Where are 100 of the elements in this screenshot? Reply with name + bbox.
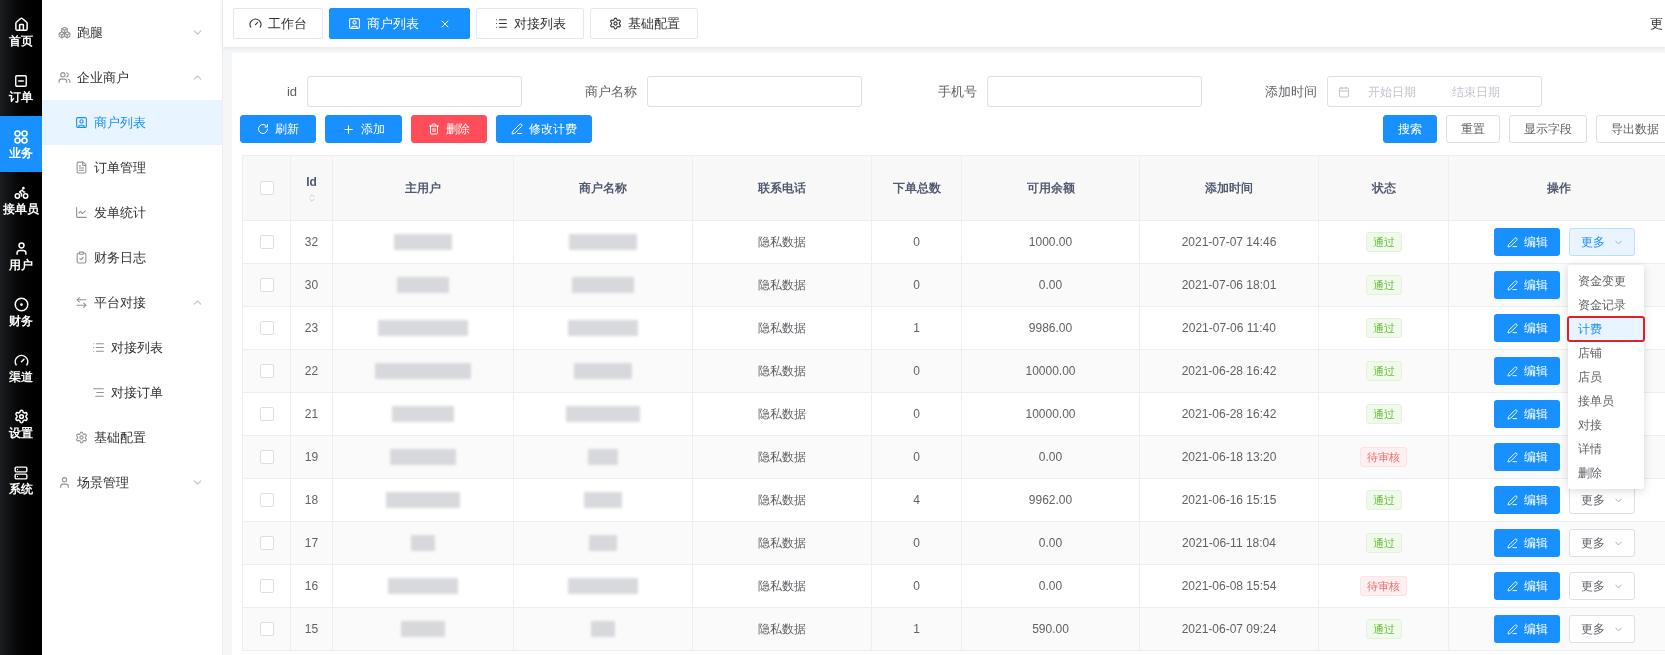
tab[interactable]: 工作台 bbox=[233, 8, 323, 39]
more-button[interactable]: 更多 bbox=[1569, 529, 1635, 557]
grid-icon bbox=[14, 129, 28, 144]
checkbox[interactable] bbox=[259, 278, 274, 292]
calendar-icon bbox=[1338, 85, 1350, 98]
chart-icon bbox=[75, 206, 88, 219]
table-cell-text: 15 bbox=[304, 621, 319, 638]
submenu-item[interactable]: 订单管理 bbox=[42, 145, 222, 190]
checkbox[interactable] bbox=[259, 235, 274, 249]
dial-icon bbox=[249, 17, 262, 30]
redacted-text bbox=[568, 578, 638, 594]
menu-item[interactable]: 资金变更 bbox=[1568, 269, 1644, 293]
status-tag: 通过 bbox=[1365, 533, 1402, 553]
action-button[interactable]: 导出数据 bbox=[1596, 115, 1665, 143]
submenu-item[interactable]: 发单统计 bbox=[42, 190, 222, 235]
settings-icon bbox=[608, 17, 622, 30]
submenu-item[interactable]: 跑腿 bbox=[42, 10, 222, 55]
menu-item[interactable]: 对接 bbox=[1568, 413, 1644, 437]
redacted-text bbox=[401, 621, 445, 637]
table-cell-text: 隐私数据 bbox=[758, 406, 806, 423]
checkbox[interactable] bbox=[259, 450, 274, 464]
submenu-item[interactable]: 对接列表 bbox=[42, 325, 222, 370]
table-cell-text: 0.00 bbox=[1038, 578, 1063, 595]
filter-label: 商户名称 bbox=[584, 82, 638, 101]
redacted-text bbox=[397, 277, 449, 293]
checkbox[interactable] bbox=[259, 622, 274, 636]
checkbox[interactable] bbox=[259, 579, 274, 593]
table-cell-text: 1 bbox=[913, 320, 920, 337]
table-cell-text: 21 bbox=[304, 406, 319, 423]
nav-item[interactable]: 订单 bbox=[0, 60, 42, 116]
nav-item[interactable]: 财务 bbox=[0, 284, 42, 340]
nav-item[interactable]: 首页 bbox=[0, 4, 42, 60]
action-button[interactable]: 显示字段 bbox=[1509, 115, 1587, 143]
filter-input[interactable] bbox=[307, 76, 522, 107]
redacted-text bbox=[591, 621, 615, 637]
menu-item[interactable]: 资金记录 bbox=[1568, 293, 1644, 317]
more-button[interactable]: 更多 bbox=[1569, 615, 1635, 643]
nav-item[interactable]: 系统 bbox=[0, 452, 42, 508]
table-cell-text: 隐私数据 bbox=[758, 363, 806, 380]
tab[interactable]: 对接列表 bbox=[476, 8, 584, 39]
menu-item[interactable]: 接单员 bbox=[1568, 389, 1644, 413]
submenu-item[interactable]: 企业商户 bbox=[42, 55, 222, 100]
submenu-item[interactable]: 场景管理 bbox=[42, 460, 222, 505]
checkbox[interactable] bbox=[259, 321, 274, 335]
filter-label: 添加时间 bbox=[1264, 82, 1318, 101]
checkbox[interactable] bbox=[259, 181, 274, 195]
clipboard-icon bbox=[75, 251, 88, 264]
table-cell-text: 0 bbox=[913, 406, 920, 423]
more-button[interactable]: 更多 bbox=[1569, 572, 1635, 600]
document-icon bbox=[75, 161, 88, 174]
table-cell-text: 隐私数据 bbox=[758, 277, 806, 294]
redacted-text bbox=[392, 406, 454, 422]
nav-item[interactable]: 渠道 bbox=[0, 340, 42, 396]
nav-item[interactable]: 接单员 bbox=[0, 172, 42, 228]
start-date-placeholder: 开始日期 bbox=[1368, 83, 1416, 101]
filter-label: id bbox=[285, 82, 298, 101]
home-icon bbox=[13, 17, 29, 32]
pen-icon bbox=[1506, 580, 1518, 592]
nav-item[interactable]: 用户 bbox=[0, 228, 42, 284]
column-header: 可用余额 bbox=[1026, 180, 1075, 197]
square-icon bbox=[14, 73, 28, 88]
table-cell-text: 隐私数据 bbox=[758, 621, 806, 638]
checkbox[interactable] bbox=[259, 407, 274, 421]
submenu-item[interactable]: 平台对接 bbox=[42, 280, 222, 325]
menu-item[interactable]: 详情 bbox=[1568, 437, 1644, 461]
menu-item[interactable]: 删除 bbox=[1568, 461, 1644, 485]
list-icon bbox=[92, 341, 105, 354]
tab[interactable]: 基础配置 bbox=[590, 8, 698, 39]
column-header: Id bbox=[306, 174, 317, 191]
sort-icon[interactable] bbox=[306, 193, 317, 203]
filter-input[interactable] bbox=[987, 76, 1202, 107]
submenu-item[interactable]: 对接订单 bbox=[42, 370, 222, 415]
menu-item[interactable]: 店铺 bbox=[1568, 341, 1644, 365]
redacted-text bbox=[588, 449, 618, 465]
checkbox[interactable] bbox=[259, 493, 274, 507]
status-tag: 待审核 bbox=[1360, 576, 1407, 596]
table-cell-text: 2021-06-11 18:04 bbox=[1182, 535, 1276, 552]
table-cell-text: 0 bbox=[913, 234, 920, 251]
pen-icon bbox=[1506, 236, 1518, 248]
menu-item[interactable]: 店员 bbox=[1568, 365, 1644, 389]
status-tag: 通过 bbox=[1365, 490, 1402, 510]
checkbox[interactable] bbox=[259, 364, 274, 378]
submenu-item[interactable]: 财务日志 bbox=[42, 235, 222, 280]
settings-icon bbox=[13, 409, 29, 424]
filter-label: 手机号 bbox=[937, 82, 978, 101]
nav-item[interactable]: 设置 bbox=[0, 396, 42, 452]
redacted-text bbox=[390, 449, 456, 465]
column-header: 下单总数 bbox=[892, 180, 941, 197]
user-icon bbox=[13, 241, 29, 256]
filter-input[interactable] bbox=[647, 76, 862, 107]
user-icon bbox=[58, 476, 71, 489]
pen-icon bbox=[1506, 279, 1518, 291]
action-button[interactable]: 重置 bbox=[1446, 115, 1500, 143]
pen-icon bbox=[1506, 408, 1518, 420]
table-cell-text: 9962.00 bbox=[1028, 492, 1073, 509]
column-header: 操作 bbox=[1546, 180, 1571, 197]
redacted-text bbox=[568, 320, 638, 336]
submenu-item[interactable]: 基础配置 bbox=[42, 415, 222, 460]
table-cell-text: 隐私数据 bbox=[758, 449, 806, 466]
checkbox[interactable] bbox=[259, 536, 274, 550]
